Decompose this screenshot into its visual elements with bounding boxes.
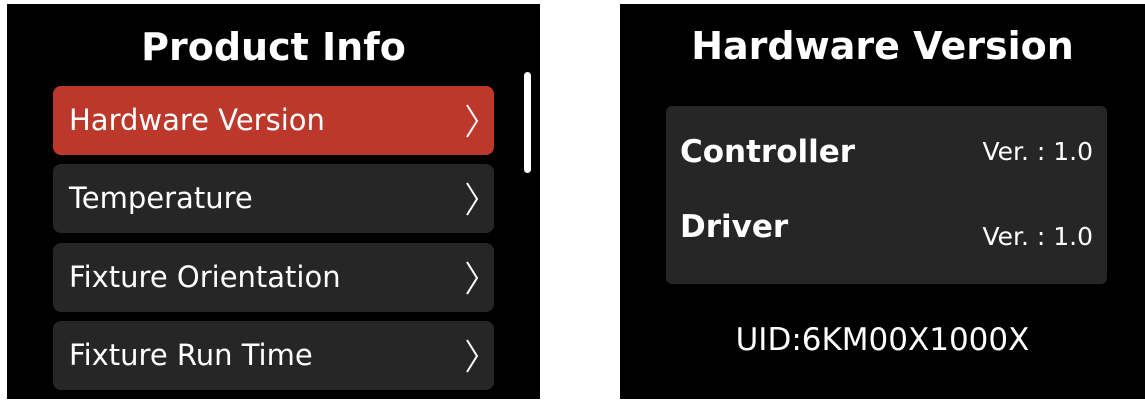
page-title: Hardware Version	[691, 24, 1074, 68]
driver-label: Driver	[680, 209, 789, 245]
product-info-screen: Product Info Hardware Version Temperatur…	[7, 4, 540, 399]
controller-version: Ver. : 1.0	[982, 137, 1093, 166]
driver-version: Ver. : 1.0	[982, 222, 1093, 251]
menu-item-label: Hardware Version	[69, 103, 325, 137]
chevron-right-icon	[466, 261, 479, 295]
controller-label: Controller	[680, 134, 856, 170]
menu-item-label: Temperature	[69, 181, 253, 215]
menu-item-hardware-version[interactable]: Hardware Version	[53, 86, 494, 155]
version-card: Controller Ver. : 1.0 Driver Ver. : 1.0	[666, 106, 1107, 284]
page-title: Product Info	[141, 25, 406, 69]
chevron-right-icon	[466, 339, 479, 373]
menu-item-label: Fixture Run Time	[69, 338, 313, 372]
menu-item-fixture-orientation[interactable]: Fixture Orientation	[53, 243, 494, 312]
menu-item-fixture-run-time[interactable]: Fixture Run Time	[53, 321, 494, 390]
scrollbar-thumb[interactable]	[524, 72, 531, 173]
chevron-right-icon	[466, 104, 479, 138]
menu-item-label: Fixture Orientation	[69, 260, 341, 294]
menu-item-temperature[interactable]: Temperature	[53, 164, 494, 233]
hardware-version-screen: Hardware Version Controller Ver. : 1.0 D…	[620, 4, 1145, 399]
chevron-right-icon	[466, 182, 479, 216]
uid-text: UID:6KM00X1000X	[735, 322, 1030, 358]
